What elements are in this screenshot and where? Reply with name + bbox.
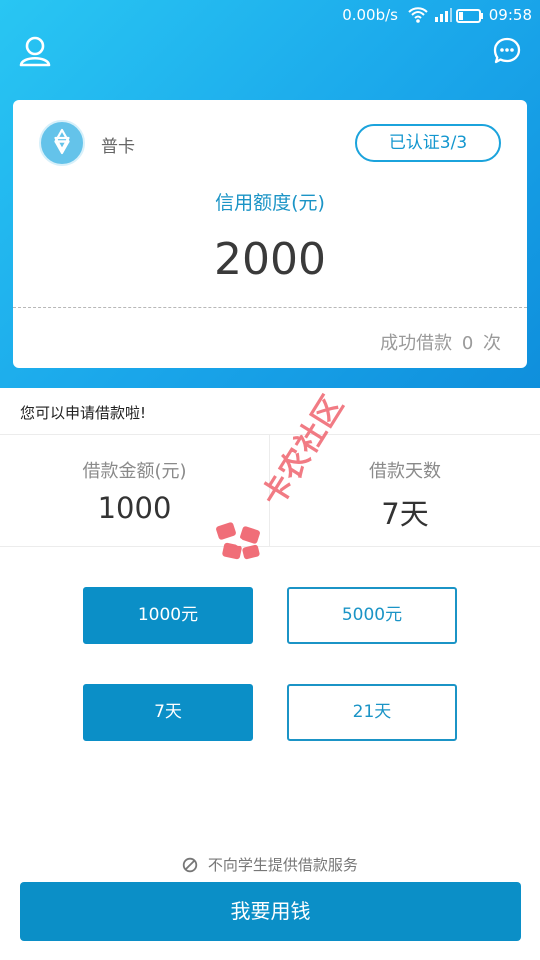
amount-option-1000[interactable]: 1000元 xyxy=(83,587,253,644)
chat-icon[interactable] xyxy=(492,36,522,66)
credit-limit-amount: 2000 xyxy=(214,234,326,285)
user-icon[interactable] xyxy=(18,34,52,68)
card-level: 普卡 xyxy=(101,137,135,157)
watermark: 卡农社区 xyxy=(205,389,351,568)
battery-icon xyxy=(456,9,483,23)
successful-loans: 成功借款 0 次 xyxy=(380,329,501,355)
watermark-text: 卡农社区 xyxy=(255,389,352,513)
verify-status-button[interactable]: 已认证3/3 xyxy=(355,124,501,162)
student-notice-text: 不向学生提供借款服务 xyxy=(207,856,358,874)
prohibited-icon xyxy=(182,857,198,873)
watermark-logo-icon xyxy=(216,522,260,560)
student-notice: 不向学生提供借款服务 xyxy=(0,854,540,875)
star-icon xyxy=(54,128,70,155)
status-bar: 0.00b/s 09:58 xyxy=(0,0,540,32)
card-badge xyxy=(39,120,85,166)
borrow-money-button[interactable]: 我要用钱 xyxy=(20,882,521,941)
signal-icon xyxy=(435,8,452,22)
status-time: 09:58 xyxy=(488,6,532,24)
loan-prompt-text: 您可以申请借款啦! xyxy=(20,404,147,422)
successful-loans-prefix: 成功借款 xyxy=(380,333,453,354)
card-divider xyxy=(13,307,527,308)
days-option-7[interactable]: 7天 xyxy=(83,684,253,741)
hero-banner: 0.00b/s 09:58 普卡 已认证3/3 信用额度(元) 2000 成功借… xyxy=(0,0,540,388)
amount-option-5000[interactable]: 5000元 xyxy=(287,587,457,644)
days-option-21[interactable]: 21天 xyxy=(287,684,457,741)
successful-loans-count: 0 xyxy=(461,333,474,354)
wifi-icon xyxy=(408,7,428,23)
credit-limit-label: 信用额度(元) xyxy=(215,192,325,214)
network-speed: 0.00b/s xyxy=(342,6,398,24)
credit-card: 普卡 已认证3/3 信用额度(元) 2000 成功借款 0 次 xyxy=(13,100,527,368)
successful-loans-suffix: 次 xyxy=(483,333,501,354)
